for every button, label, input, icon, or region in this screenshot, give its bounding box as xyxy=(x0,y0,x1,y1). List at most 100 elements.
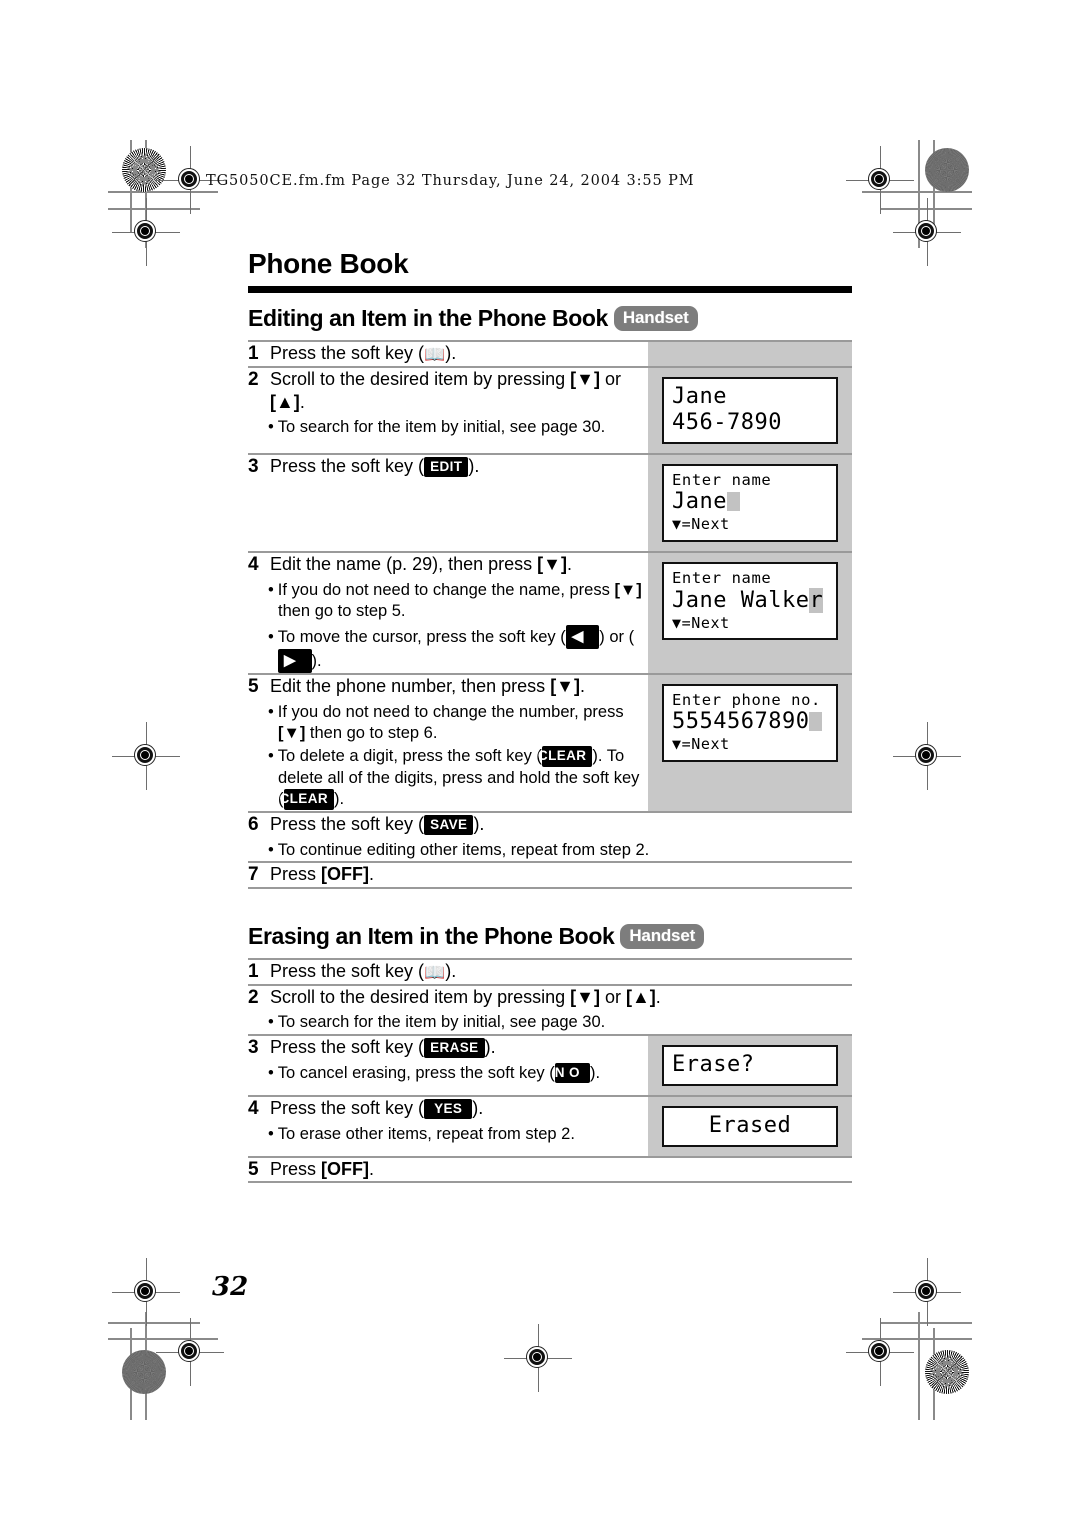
display-cell: Erased xyxy=(648,1095,853,1157)
lcd-display-entry: Jane 456-7890 xyxy=(662,376,838,444)
step-text-pre: Press the soft key ( xyxy=(270,455,425,476)
step-number: 1 xyxy=(248,960,259,982)
lcd-enter-phone: Enter phone no. 5554567890 ▼=Next xyxy=(662,683,838,762)
step-5: 5 Press [OFF]. xyxy=(248,1158,852,1182)
softkey-erase[interactable]: ERASE xyxy=(424,1037,485,1059)
step-2: 2 Scroll to the desired item by pressing… xyxy=(248,986,852,1034)
step-4: 4 Edit the name (p. 29), then press [▼].… xyxy=(248,553,648,673)
key-off: [OFF] xyxy=(321,864,369,885)
step-text: Edit the name (p. 29), then press [▼]. •… xyxy=(268,553,648,673)
section-title-erasing: Erasing an Item in the Phone Book Handset xyxy=(248,923,852,958)
file-stamp: TG5050CE.fm.fm Page 32 Thursday, June 24… xyxy=(206,173,695,189)
steps-table-editing: 1 Press the soft key (📖). 2 Scroll to th… xyxy=(248,340,852,889)
table-row: 7 Press [OFF]. xyxy=(248,862,852,888)
step-text: Press the soft key (YES). • To erase othe… xyxy=(268,1097,648,1145)
key-down: [▼] xyxy=(570,368,600,389)
step-3: 3 Press the soft key (ERASE). • To cancel… xyxy=(248,1036,648,1084)
lcd-line: Erased xyxy=(708,1112,792,1138)
softkey-yes[interactable]: YES xyxy=(424,1098,473,1120)
table-row: 2 Scroll to the desired item by pressing… xyxy=(248,366,852,454)
density-patch-icon xyxy=(122,1350,166,1394)
step-bullet: • To erase other items, repeat from step … xyxy=(268,1124,575,1143)
step-number: 5 xyxy=(248,1158,259,1180)
lcd-line: Enter name xyxy=(672,470,772,489)
softkey-edit[interactable]: EDIT xyxy=(424,456,469,478)
lcd-line: 456-7890 xyxy=(672,409,782,435)
softkey-left-arrow[interactable]: ◀ xyxy=(565,624,600,649)
step-cell: 1 Press the soft key (📖). xyxy=(248,959,852,985)
softkey-clear[interactable]: CLEAR xyxy=(280,789,334,810)
step-cell: 4 Edit the name (p. 29), then press [▼].… xyxy=(248,552,648,674)
step-2: 2 Scroll to the desired item by pressing… xyxy=(248,368,648,439)
lcd-line: Jane xyxy=(672,383,727,409)
table-row: 3 Press the soft key (EDIT). Enter name … xyxy=(248,453,852,552)
step-text-post: ). xyxy=(472,1097,484,1118)
display-cell-empty xyxy=(648,341,852,367)
registration-target-icon xyxy=(893,198,961,266)
registration-target-icon xyxy=(112,1258,180,1326)
bullet-text: To search for the item by initial, see p… xyxy=(277,418,606,437)
step-bullet: • To move the cursor, press the soft key … xyxy=(268,624,648,673)
handset-badge: Handset xyxy=(613,306,698,331)
density-patch-icon xyxy=(925,148,969,192)
lcd-wrapper: Enter name Jane Walker ▼=Next xyxy=(648,553,852,649)
step-text-pre: Press the soft key ( xyxy=(270,1097,425,1118)
softkey-no[interactable]: N O xyxy=(554,1062,590,1084)
display-cell: Enter name Jane ▼=Next xyxy=(648,453,852,552)
step-bullet: • If you do not need to change the name, … xyxy=(268,580,642,621)
lcd-enter-name: Enter name Jane ▼=Next xyxy=(662,463,838,542)
lcd-line: Enter name xyxy=(672,568,772,587)
step-text-pre: Press the soft key ( xyxy=(270,960,425,981)
section-title-text: Editing an Item in the Phone Book xyxy=(248,305,608,331)
right-arrow-icon: ▶ xyxy=(284,651,296,669)
step-4: 4 Press the soft key (YES). • To erase ot… xyxy=(248,1097,648,1145)
registration-star-icon xyxy=(925,1350,969,1394)
lcd-line: Jane xyxy=(672,489,828,515)
key-off: [OFF] xyxy=(321,1158,369,1179)
step-cell: 6 Press the soft key (SAVE). • To continu… xyxy=(248,812,852,862)
step-text-pre: Press the soft key ( xyxy=(270,813,425,834)
lcd-erased-confirm: Erased xyxy=(662,1105,839,1147)
registration-target-icon xyxy=(112,722,180,790)
lcd-wrapper: Enter name Jane ▼=Next xyxy=(648,455,852,551)
step-bullet: • To search for the item by initial, see … xyxy=(268,1013,606,1032)
step-text: Press the soft key (📖). xyxy=(270,960,852,984)
bullet-text: To search for the item by initial, see p… xyxy=(277,1013,606,1032)
step-text-pre: Press the soft key ( xyxy=(270,343,425,363)
step-number: 2 xyxy=(248,986,259,1008)
registration-target-icon xyxy=(112,198,180,266)
section-title-text: Erasing an Item in the Phone Book xyxy=(248,922,615,949)
lcd-line: Jane Walker xyxy=(672,587,828,614)
cursor-block xyxy=(726,492,740,512)
step-text-post: ). xyxy=(468,455,480,476)
cursor-char: r xyxy=(809,587,824,613)
lcd-line: ▼=Next xyxy=(672,515,730,534)
step-text: Scroll to the desired item by pressing [… xyxy=(268,986,852,1034)
step-text: Scroll to the desired item by pressing [… xyxy=(268,368,648,439)
step-cell: 3 Press the soft key (ERASE). • To cancel… xyxy=(248,1035,648,1096)
table-row: 2 Scroll to the desired item by pressing… xyxy=(248,984,853,1035)
step-bullet: • To search for the item by initial, see … xyxy=(268,418,606,437)
softkey-save[interactable]: SAVE xyxy=(424,814,474,836)
bullet-text: To continue editing other items, repeat … xyxy=(277,840,650,859)
chapter-title: Phone Book xyxy=(248,248,409,279)
lcd-wrapper: Erased xyxy=(648,1097,852,1156)
step-cell: 7 Press [OFF]. xyxy=(248,862,852,888)
softkey-right-arrow[interactable]: ▶ xyxy=(278,648,312,673)
step-bullet: • If you do not need to change the number… xyxy=(268,702,624,742)
step-cell: 2 Scroll to the desired item by pressing… xyxy=(248,367,648,454)
registration-target-icon xyxy=(893,1258,961,1326)
step-text: Press [OFF]. xyxy=(270,863,852,886)
step-number: 3 xyxy=(248,455,259,477)
key-up: [▲] xyxy=(270,391,300,412)
lcd-line: Erase? xyxy=(672,1051,755,1077)
lcd-wrapper: Enter phone no. 5554567890 ▼=Next xyxy=(648,675,852,771)
registration-star-icon xyxy=(122,148,166,192)
lcd-line: Enter phone no. xyxy=(672,690,821,709)
lcd-value: Jane Walke xyxy=(672,587,810,613)
softkey-clear[interactable]: CLEAR xyxy=(538,746,593,767)
section-title-editing: Editing an Item in the Phone Book Handset xyxy=(248,305,852,340)
registration-target-icon xyxy=(846,1318,914,1386)
crop-line xyxy=(918,1312,920,1420)
step-5: 5 Edit the phone number, then press [▼].… xyxy=(248,675,648,811)
